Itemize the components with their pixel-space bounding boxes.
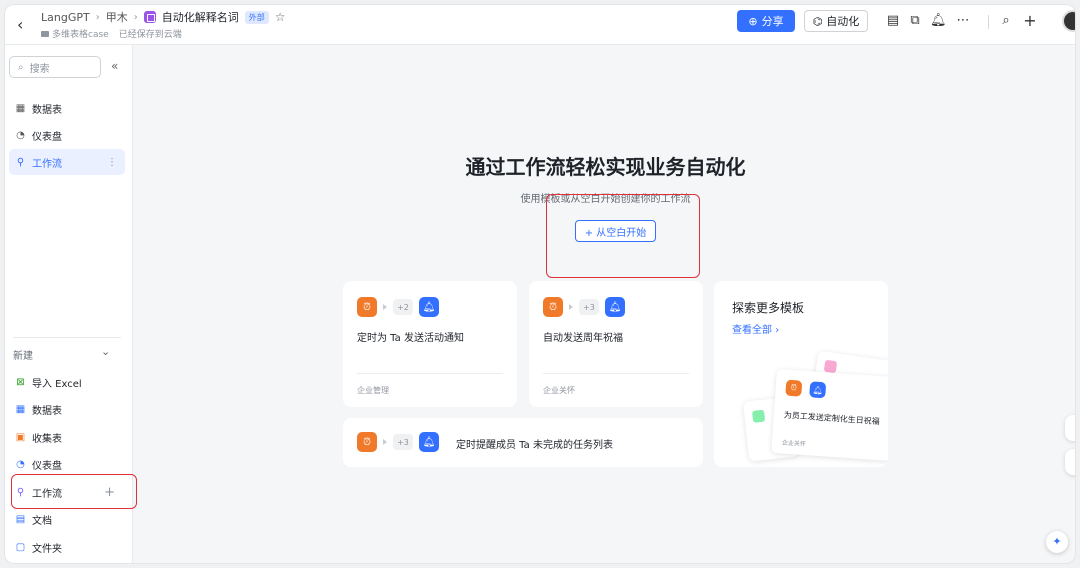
- sidebar: ⌕ 搜索 « ▦ 数据表 ◔ 仪表盘 ⚲ 工作流 ⋮ 新建 ⌄ ⊠ 导入 Exc…: [5, 45, 137, 563]
- preview-card-front: ⏰︎ 🔔︎ 为员工发送定制化生日祝福 企业关怀: [771, 368, 888, 462]
- form-icon: ▣: [15, 431, 26, 443]
- template-card[interactable]: ⏰︎ +3 🔔︎ 自动发送周年祝福 企业关怀: [529, 281, 703, 407]
- search-icon[interactable]: ⌕: [998, 13, 1014, 29]
- card-app-row: ⏰︎ 🔔︎: [785, 379, 827, 399]
- template-card[interactable]: ⏰︎ +2 🔔︎ 定时为 Ta 发送活动通知 企业管理: [343, 281, 517, 407]
- plugin-icon[interactable]: ⧉: [907, 13, 923, 29]
- new-folder[interactable]: ▢ 文件夹: [9, 534, 125, 560]
- card-category: 企业关怀: [543, 386, 575, 395]
- arrow-icon: [569, 304, 573, 310]
- divider: [988, 15, 989, 29]
- app-count: +3: [393, 434, 413, 450]
- card-title: 自动发送周年祝福: [543, 333, 623, 344]
- alarm-icon: ⏰︎: [357, 432, 377, 452]
- doc-icon: ▤: [15, 513, 26, 525]
- add-icon[interactable]: +: [1022, 13, 1038, 29]
- dashboard-icon: ◔: [16, 129, 25, 141]
- top-bar: ‹ LangGPT › 甲木 › 自动化解释名词 外部 ☆ 多维表格case 已…: [5, 5, 1075, 45]
- sidebar-item-workflow[interactable]: ⚲ 工作流 ⋮: [9, 149, 125, 175]
- more-vertical-icon[interactable]: ⋮: [107, 157, 117, 168]
- bell-icon: 🔔︎: [809, 381, 827, 399]
- card-app-row: ⏰︎ +2 🔔︎: [357, 297, 439, 317]
- search-input[interactable]: ⌕ 搜索: [9, 56, 101, 78]
- app-count: +2: [393, 299, 413, 315]
- excel-icon: ⊠: [16, 376, 25, 388]
- view-all-link[interactable]: 查看全部 ›: [732, 321, 779, 336]
- template-card[interactable]: ⏰︎ +3 🔔︎ 定时提醒成员 Ta 未完成的任务列表: [343, 418, 703, 467]
- explore-title: 探索更多模板: [732, 301, 805, 315]
- robot-icon: ⌬: [812, 14, 823, 28]
- main-content: 通过工作流轻松实现业务自动化 使用模板或从空白开始创建你的工作流 + 从空白开始…: [134, 46, 1075, 563]
- card-title: 定时提醒成员 Ta 未完成的任务列表: [456, 440, 613, 451]
- breadcrumb-workspace[interactable]: LangGPT: [41, 11, 90, 24]
- external-badge: 外部: [244, 10, 269, 24]
- search-icon: ⌕: [18, 61, 24, 73]
- save-status: 已经保存到云端: [118, 30, 182, 40]
- app-count: +3: [579, 299, 599, 315]
- automation-button[interactable]: ⌬ 自动化: [804, 10, 868, 32]
- avatar[interactable]: [1062, 10, 1075, 32]
- arrow-icon: [383, 439, 387, 445]
- app-window: ‹ LangGPT › 甲木 › 自动化解释名词 外部 ☆ 多维表格case 已…: [4, 4, 1076, 564]
- app-icon: [823, 359, 838, 374]
- divider: [543, 373, 689, 374]
- share-button[interactable]: ⊕ 分享: [737, 10, 795, 32]
- preview-category: 企业关怀: [781, 439, 807, 449]
- card-app-row: ⏰︎ +3 🔔︎: [357, 432, 439, 452]
- folder-icon: ▢: [15, 541, 26, 553]
- table-icon: ▦: [15, 102, 26, 114]
- new-doc[interactable]: ▤ 文档: [9, 506, 125, 532]
- form-view-icon[interactable]: ▤: [885, 13, 901, 29]
- highlight-box: [11, 474, 137, 509]
- back-icon[interactable]: ‹: [17, 15, 23, 34]
- star-icon[interactable]: ☆: [275, 10, 286, 24]
- sidebar-item-dashboard[interactable]: ◔ 仪表盘: [9, 122, 125, 148]
- alarm-icon: ⏰︎: [785, 379, 803, 397]
- bell-icon: 🔔︎: [605, 297, 625, 317]
- base-app-icon: [143, 11, 156, 23]
- app-icon: [752, 409, 766, 423]
- chevron-down-icon[interactable]: ⌄: [101, 345, 110, 358]
- dashboard-icon: ◔: [16, 458, 25, 470]
- side-tool-button[interactable]: [1065, 449, 1075, 475]
- divider: [357, 373, 503, 374]
- doc-location: 多维表格case 已经保存到云端: [41, 27, 182, 40]
- collapse-sidebar-icon[interactable]: «: [111, 59, 118, 73]
- globe-icon: ⊕: [748, 14, 758, 28]
- new-section-label: 新建: [13, 351, 33, 362]
- card-app-row: ⏰︎ +3 🔔︎: [543, 297, 625, 317]
- page-title: 通过工作流轻松实现业务自动化: [465, 155, 746, 179]
- side-tool-button[interactable]: [1065, 415, 1075, 441]
- more-icon[interactable]: ⋯: [955, 13, 971, 29]
- folder-icon: [41, 31, 49, 37]
- divider: [13, 337, 121, 338]
- document-title[interactable]: 自动化解释名词: [162, 9, 239, 25]
- card-title: 定时为 Ta 发送活动通知: [357, 333, 464, 344]
- sidebar-item-table[interactable]: ▦ 数据表: [9, 95, 125, 121]
- bell-icon: 🔔︎: [419, 432, 439, 452]
- new-import-excel[interactable]: ⊠ 导入 Excel: [9, 369, 125, 395]
- chevron-right-icon: ›: [95, 11, 100, 23]
- new-form[interactable]: ▣ 收集表: [9, 424, 125, 450]
- bell-icon[interactable]: 🔔︎: [930, 13, 947, 29]
- highlight-box: [546, 194, 700, 278]
- explore-templates-card[interactable]: 探索更多模板 查看全部 › ⏰︎ 🔔︎ 为员工发送定制化生日祝福 企业关怀: [714, 281, 888, 467]
- ai-assistant-icon[interactable]: ✦: [1046, 531, 1068, 553]
- subfolder-label[interactable]: 多维表格case: [41, 27, 109, 40]
- preview-title: 为员工发送定制化生日祝福: [783, 410, 880, 427]
- card-category: 企业管理: [357, 386, 389, 395]
- breadcrumb: LangGPT › 甲木 › 自动化解释名词 外部 ☆: [41, 9, 285, 25]
- new-table[interactable]: ▦ 数据表: [9, 396, 125, 422]
- table-icon: ▦: [15, 403, 26, 415]
- alarm-icon: ⏰︎: [543, 297, 563, 317]
- workflow-icon: ⚲: [16, 156, 25, 168]
- alarm-icon: ⏰︎: [357, 297, 377, 317]
- chevron-right-icon: ›: [133, 11, 138, 23]
- bell-icon: 🔔︎: [419, 297, 439, 317]
- arrow-icon: [383, 304, 387, 310]
- chevron-right-icon: ›: [775, 325, 780, 336]
- breadcrumb-folder[interactable]: 甲木: [106, 9, 128, 25]
